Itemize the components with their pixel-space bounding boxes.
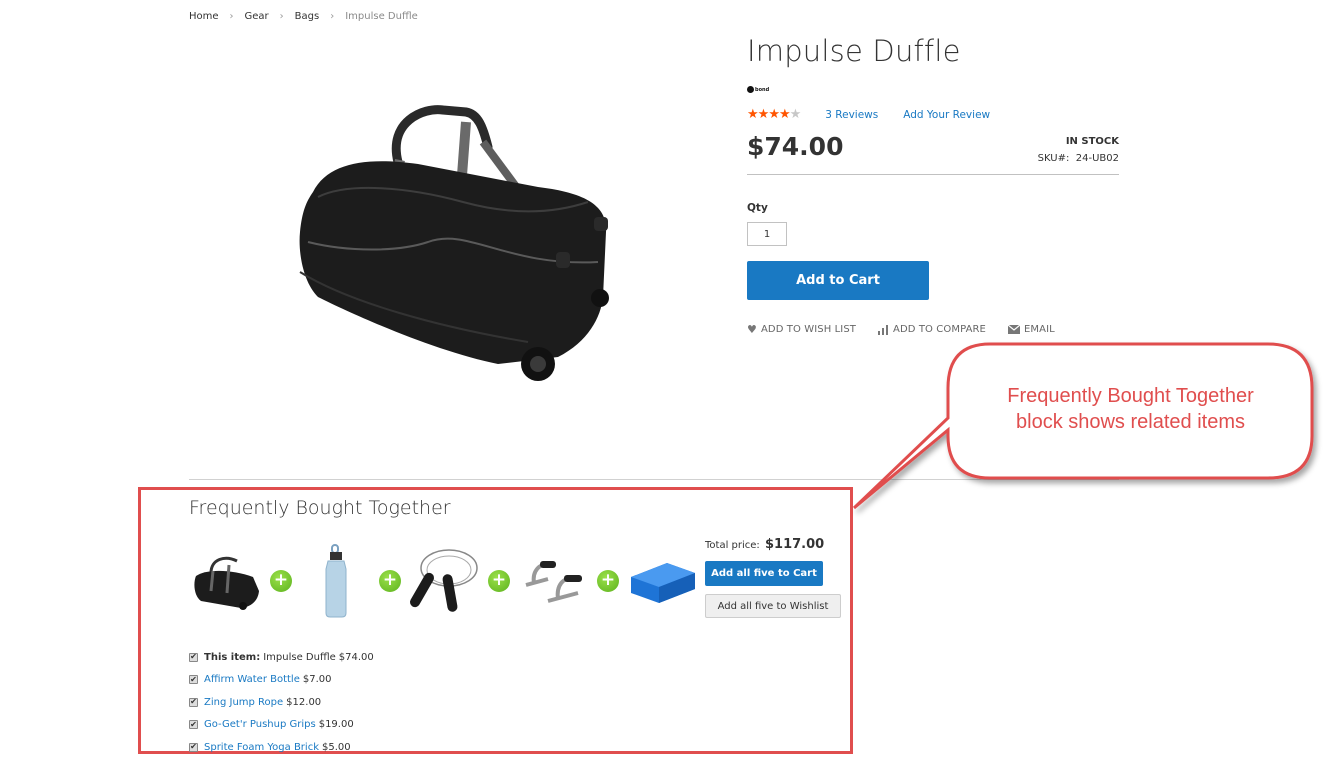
item-price: $5.00 [322,741,351,753]
product-price: $74.00 [747,132,844,161]
add-all-to-cart-button[interactable]: Add all five to Cart [705,561,823,586]
plus-icon: + [597,569,619,592]
item-checkbox[interactable]: ✔ [189,697,198,707]
breadcrumb-current: Impulse Duffle [345,11,418,22]
add-to-wishlist-label: ADD TO WISH LIST [760,324,857,335]
list-item: ✔ Sprite Foam Yoga Brick $5.00 [189,736,374,759]
duffle-bag-image [299,105,609,381]
email-link[interactable]: EMAIL [1007,324,1055,335]
yoga-brick-image [630,563,695,603]
envelope-icon [1007,325,1020,334]
total-price-label: Total price: [705,540,760,551]
annotation-line-2: block shows related items [1016,411,1245,433]
item-price: $19.00 [318,719,354,731]
product-actions: ♥ ADD TO WISH LIST ADD TO COMPARE EMAIL [747,323,1077,336]
item-name: Impulse Duffle [263,651,336,663]
add-to-wishlist-link[interactable]: ♥ ADD TO WISH LIST [747,323,856,336]
item-price: $74.00 [338,651,374,663]
star-filled-icon: ★ [747,107,759,122]
fbt-thumb-jump-rope[interactable] [407,543,482,618]
fbt-thumb-yoga-brick[interactable] [625,543,700,618]
annotation-line-1: Frequently Bought Together [1007,385,1254,407]
product-main-image[interactable] [288,102,628,392]
fbt-thumb-duffle[interactable] [189,543,264,618]
product-title: Impulse Duffle [747,34,961,68]
chevron-right-icon: › [229,11,234,22]
item-link[interactable]: Sprite Foam Yoga Brick [204,742,319,753]
add-to-compare-label: ADD TO COMPARE [893,324,986,335]
add-all-to-wishlist-button[interactable]: Add all five to Wishlist [705,594,841,618]
sku-value: 24-UB02 [1075,153,1119,164]
brand-logo[interactable]: bond [747,86,769,93]
item-link[interactable]: Zing Jump Rope [204,697,283,708]
plus-icon: + [488,569,510,592]
plus-icon: + [270,569,292,592]
water-bottle-image [325,544,346,618]
heart-icon: ♥ [747,323,757,336]
star-empty-icon: ★ [789,107,802,122]
add-to-cart-button[interactable]: Add to Cart [747,261,929,300]
item-price: $12.00 [286,696,322,708]
add-to-compare-link[interactable]: ADD TO COMPARE [878,324,986,335]
list-item: ✔ Go-Get'r Pushup Grips $19.00 [189,714,374,737]
sku-label: SKU#: [1037,153,1070,164]
breadcrumb-gear[interactable]: Gear [245,11,269,22]
item-link[interactable]: Go-Get'r Pushup Grips [204,719,316,730]
item-price: $7.00 [302,674,332,686]
fbt-thumb-water-bottle[interactable] [298,543,373,618]
fbt-thumbnails: + + + + [189,543,700,618]
total-price-value: $117.00 [764,537,825,552]
fbt-thumb-pushup-grips[interactable] [516,543,591,618]
add-review-link[interactable]: Add Your Review [903,109,990,121]
brand-name: bond [755,86,770,93]
list-item: ✔ Affirm Water Bottle $7.00 [189,669,374,692]
list-item: ✔ Zing Jump Rope $12.00 [189,691,374,714]
item-checkbox[interactable]: ✔ [189,742,198,752]
breadcrumb: Home › Gear › Bags › Impulse Duffle [189,11,418,22]
compare-icon [878,324,889,335]
brand-logo-mark [747,86,754,93]
total-price: Total price: $117.00 [705,537,824,552]
stock-status: IN STOCK [1065,136,1119,147]
divider [747,174,1119,175]
rating-stars: ★ ★ ★ ★ ★ [747,107,802,122]
qty-input[interactable] [747,222,787,246]
item-checkbox[interactable]: ✔ [189,720,198,730]
star-filled-icon: ★ [778,107,791,122]
chevron-right-icon: › [279,11,284,22]
annotation-text: Frequently Bought Together block shows r… [948,383,1313,435]
email-label: EMAIL [1023,324,1055,335]
list-item: ✔ This item: Impulse Duffle $74.00 [189,646,374,669]
pushup-grips-image [524,561,582,603]
breadcrumb-home[interactable]: Home [189,11,219,22]
fbt-item-list: ✔ This item: Impulse Duffle $74.00 ✔ Aff… [189,646,374,759]
jump-rope-image [410,548,478,612]
sku: SKU#: 24-UB02 [1038,153,1119,164]
star-filled-icon: ★ [757,107,770,122]
chevron-right-icon: › [330,11,335,22]
plus-icon: + [379,569,401,592]
breadcrumb-bags[interactable]: Bags [295,11,320,22]
item-checkbox[interactable]: ✔ [189,675,198,685]
item-checkbox[interactable]: ✔ [189,652,198,662]
item-link[interactable]: Affirm Water Bottle [204,674,300,685]
rating-summary: ★ ★ ★ ★ ★ 3 Reviews Add Your Review [747,108,990,121]
qty-label: Qty [747,202,768,214]
this-item-label: This item: [204,651,261,663]
fbt-title: Frequently Bought Together [189,497,451,519]
reviews-link[interactable]: 3 Reviews [825,109,878,121]
duffle-bag-image [193,556,259,610]
star-filled-icon: ★ [768,107,780,122]
